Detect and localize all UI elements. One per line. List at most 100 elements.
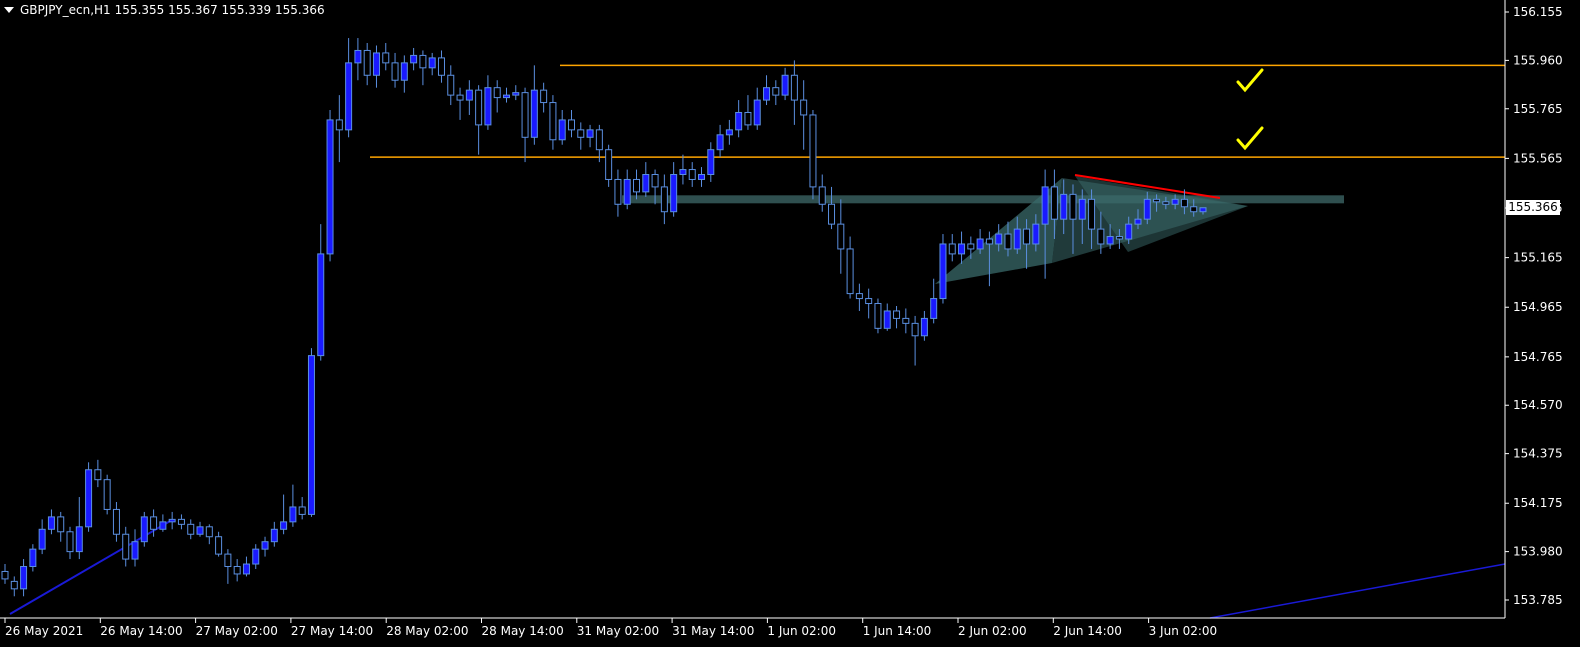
candle-body: [94, 469, 102, 481]
candle: [670, 162, 678, 217]
price-tick-label: 155.765: [1513, 102, 1563, 116]
time-tick-label: 26 May 2021: [5, 624, 83, 638]
candle-body: [270, 528, 278, 543]
candle-body: [948, 243, 956, 255]
candle: [809, 110, 817, 200]
candle: [252, 544, 260, 569]
candle: [66, 526, 74, 560]
dropdown-icon[interactable]: [4, 7, 14, 13]
candle: [85, 462, 93, 532]
candle-body: [382, 52, 390, 64]
candle: [521, 87, 529, 163]
candle-body: [20, 566, 28, 590]
candle-body: [855, 293, 863, 300]
check-icon: [1236, 126, 1264, 151]
candle-body: [800, 99, 808, 116]
candle-body: [131, 541, 139, 560]
candle-body: [623, 178, 631, 205]
candle: [679, 154, 687, 185]
candle-body: [651, 174, 659, 188]
candle: [818, 174, 826, 212]
time-tick-label: 27 May 02:00: [196, 624, 278, 638]
candle: [577, 122, 585, 150]
candle-body: [1115, 236, 1123, 240]
candle: [400, 55, 408, 93]
price-tick-label: 155.165: [1513, 251, 1563, 265]
time-tick-label: 2 Jun 14:00: [1053, 624, 1122, 638]
candle-body: [735, 111, 743, 131]
candle: [623, 169, 631, 210]
check-icon: [1236, 68, 1264, 93]
candle: [410, 47, 418, 71]
candle-body: [85, 469, 93, 528]
candle-body: [781, 74, 789, 96]
candle-body: [995, 233, 1003, 245]
time-tick-label: 28 May 02:00: [386, 624, 468, 638]
candle: [382, 43, 390, 71]
candle: [20, 559, 28, 597]
candle-body: [1125, 223, 1133, 240]
candle-body: [475, 89, 483, 126]
candle-body: [512, 92, 520, 96]
candle-body: [893, 310, 901, 319]
candle-body: [958, 243, 966, 255]
candle-body: [698, 174, 706, 180]
candle: [530, 65, 538, 145]
candle-body: [122, 533, 130, 560]
candle-body: [976, 238, 984, 250]
candle: [763, 75, 771, 106]
candle-body: [1041, 186, 1049, 225]
candle-body: [716, 134, 724, 151]
price-tick-label: 154.765: [1513, 350, 1563, 364]
price-chart[interactable]: 156.155155.960155.765155.565155.365155.1…: [0, 0, 1580, 647]
candle-body: [447, 74, 455, 96]
candle-body: [707, 149, 715, 176]
time-tick-label: 31 May 02:00: [577, 624, 659, 638]
candle: [614, 169, 622, 217]
candle: [205, 524, 213, 545]
candle-body: [725, 129, 733, 136]
candle: [187, 519, 195, 540]
candle-body: [809, 114, 817, 188]
candle-body: [168, 518, 176, 523]
candle-body: [577, 129, 585, 138]
candle-body: [233, 566, 241, 575]
price-tick-label: 153.785: [1513, 593, 1563, 607]
candle-body: [215, 536, 223, 555]
candle: [828, 186, 836, 230]
candle-body: [410, 54, 418, 64]
candle: [372, 45, 380, 88]
candle: [437, 50, 445, 83]
price-tick-label: 153.980: [1513, 545, 1563, 559]
candle: [168, 511, 176, 530]
candle-body: [66, 531, 74, 553]
candle-body: [150, 516, 158, 530]
candle-body: [595, 129, 603, 151]
candle-body: [586, 129, 594, 138]
candle: [753, 87, 761, 130]
candle-body: [1190, 206, 1198, 213]
candle: [335, 95, 343, 163]
candle: [140, 511, 148, 547]
candle-body: [549, 102, 557, 141]
candle: [633, 169, 641, 200]
candle: [939, 234, 947, 304]
candle-body: [837, 223, 845, 250]
candle-body: [47, 516, 55, 530]
candle-body: [465, 89, 473, 101]
candle-body: [1162, 201, 1170, 205]
candle-body: [140, 516, 148, 543]
candle: [642, 162, 650, 197]
candle-body: [874, 303, 882, 329]
candle: [57, 511, 65, 542]
candle: [326, 110, 334, 262]
candle-body: [1, 570, 9, 580]
candle-body: [902, 317, 910, 324]
candle: [233, 559, 241, 582]
candle-body: [437, 57, 445, 76]
candle-body: [1032, 223, 1040, 245]
candle-body: [1180, 198, 1188, 208]
candle-body: [567, 119, 575, 131]
candle-body: [484, 87, 492, 126]
candle-body: [112, 508, 120, 535]
